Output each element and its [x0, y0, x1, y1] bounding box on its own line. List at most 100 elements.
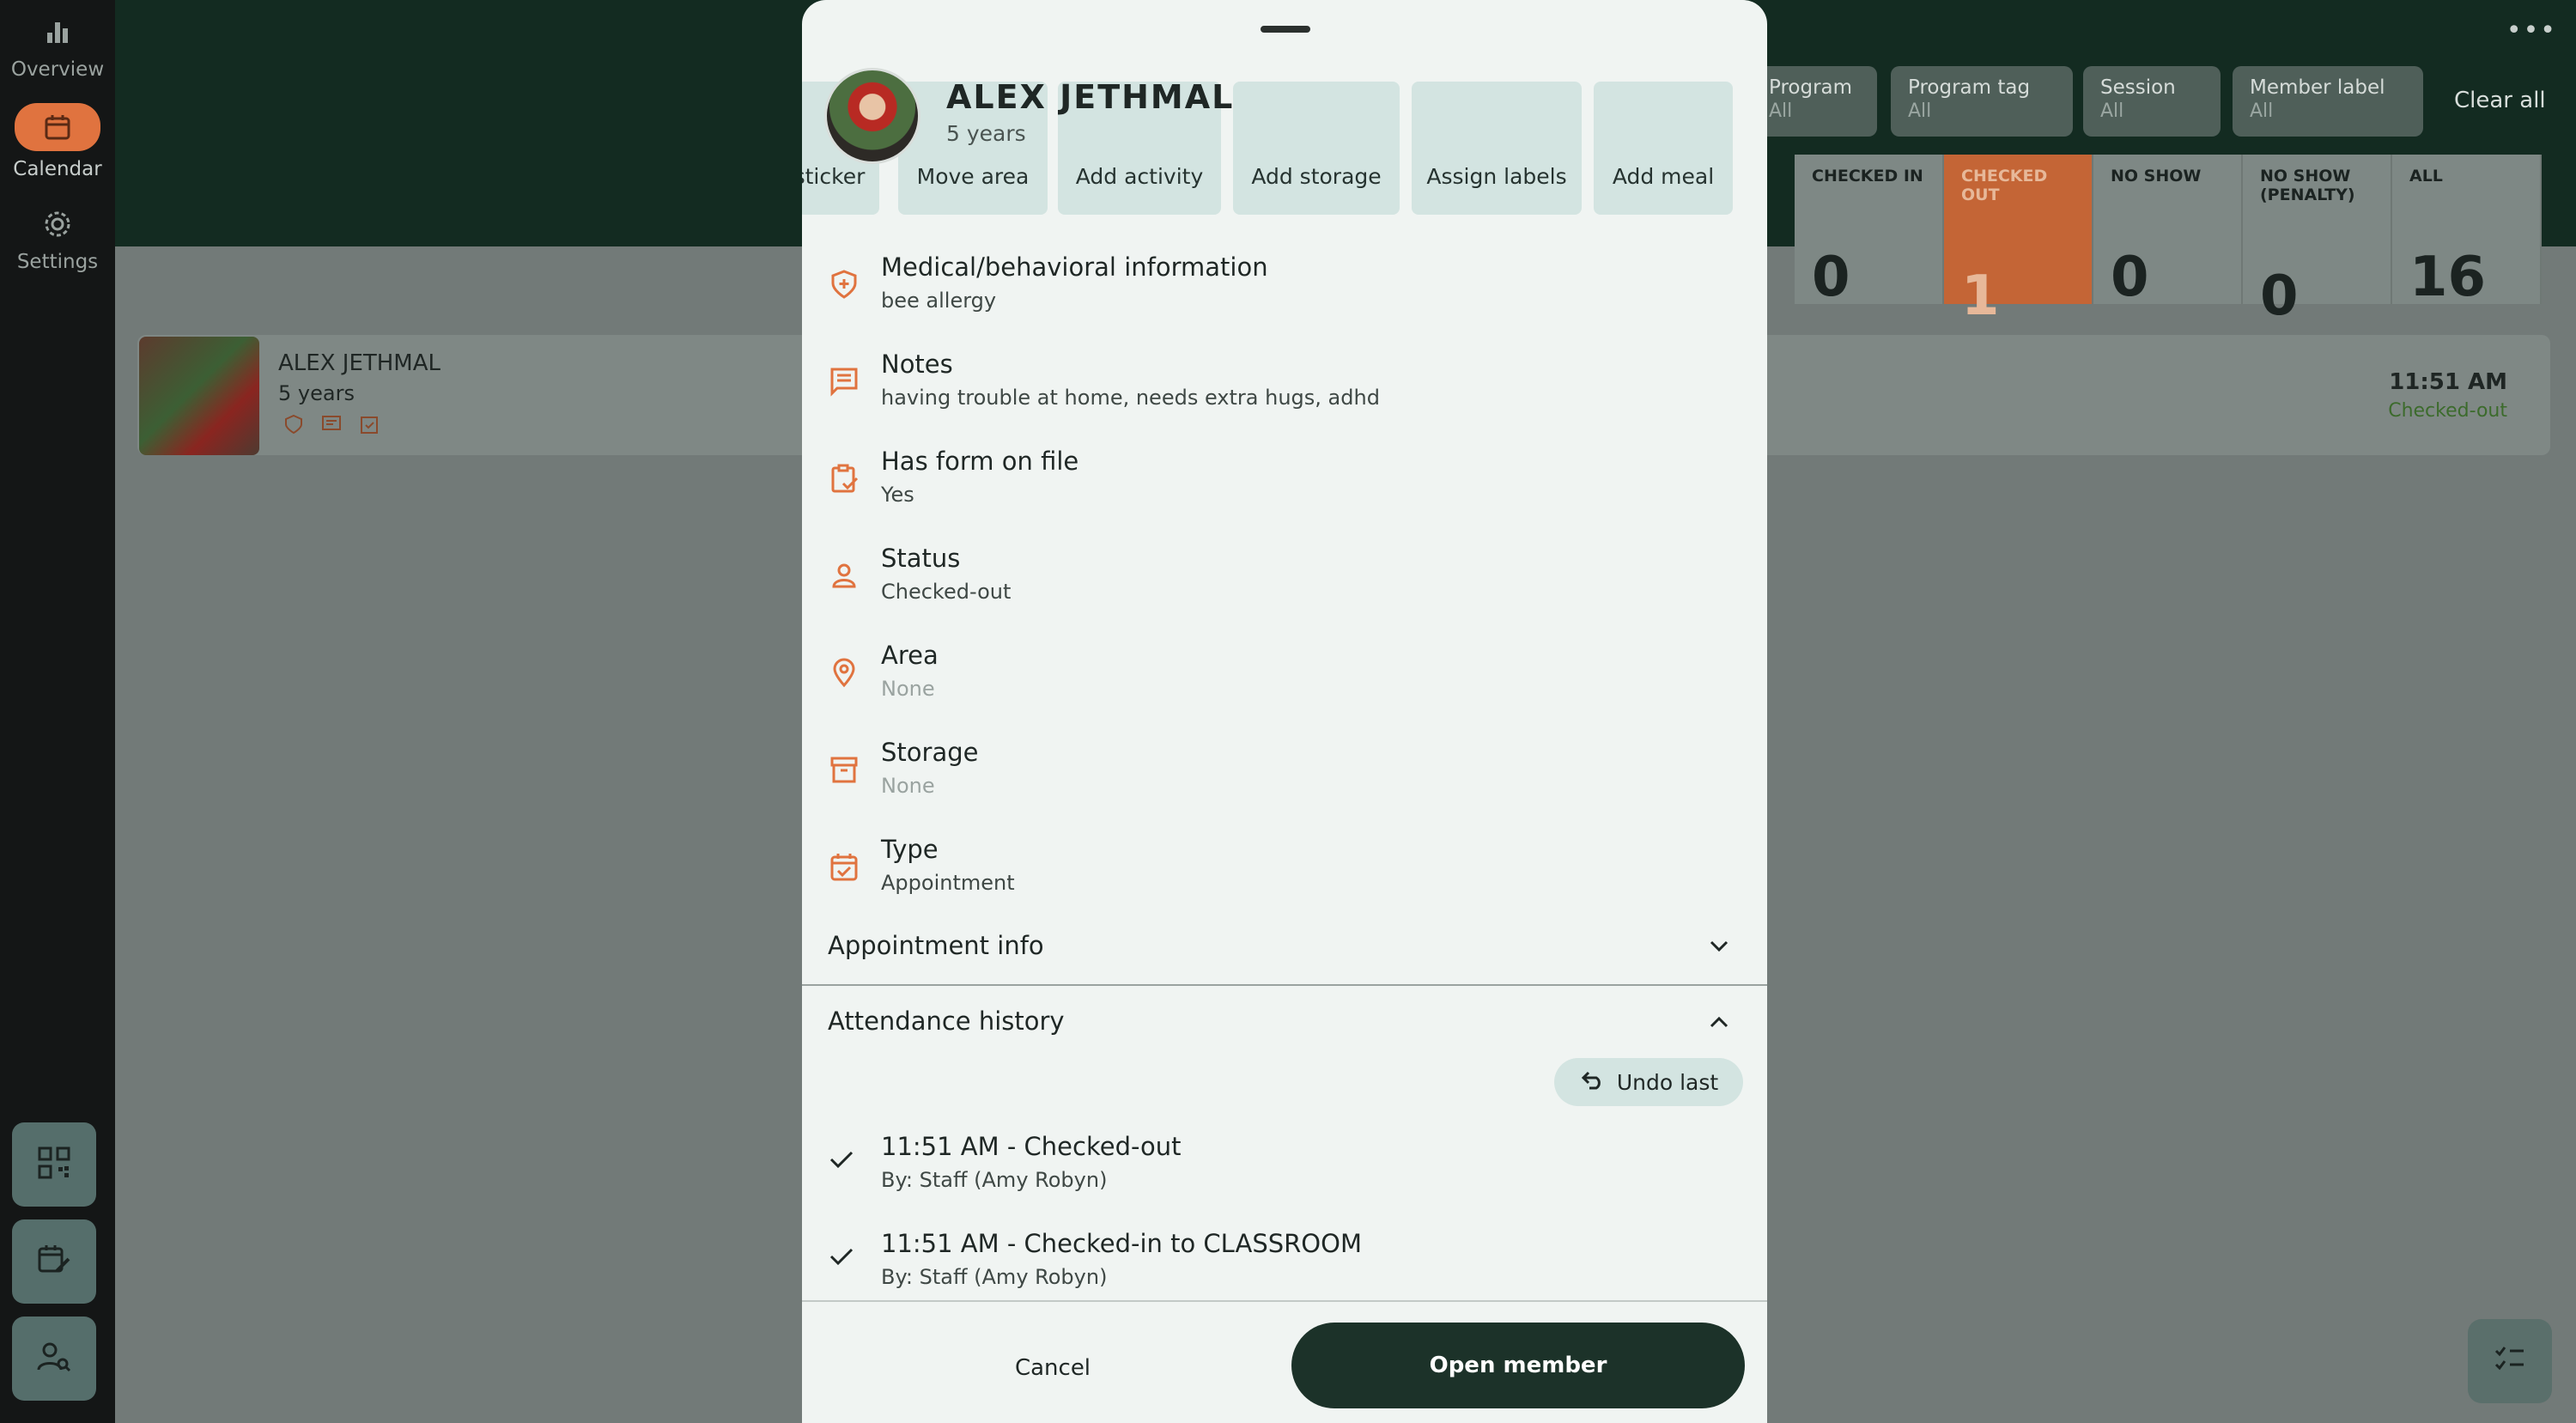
- stat-no-show-penalty[interactable]: NO SHOW (PENALTY) 0: [2243, 155, 2392, 328]
- stat-count: 0: [2260, 265, 2299, 328]
- section-title: Attendance history: [828, 1006, 1065, 1036]
- info-value: Yes: [881, 483, 914, 507]
- checklist-icon: [2493, 1342, 2527, 1380]
- info-label: Storage: [881, 738, 979, 767]
- gear-icon: [32, 204, 83, 244]
- stat-count: 0: [2111, 246, 2149, 309]
- filter-value: All: [1908, 100, 1932, 122]
- info-storage: Storage None: [802, 726, 1767, 823]
- attendance-history-section[interactable]: Attendance history: [802, 986, 1767, 1060]
- info-notes: Notes having trouble at home, needs extr…: [802, 338, 1767, 435]
- stat-count: 1: [1961, 265, 2000, 328]
- drag-handle[interactable]: [1261, 26, 1310, 33]
- nav-label: Settings: [16, 251, 99, 273]
- info-value: bee allergy: [881, 289, 997, 313]
- nav-label: Calendar: [13, 158, 102, 180]
- bar-chart-icon: [32, 12, 83, 52]
- info-label: Notes: [881, 350, 953, 379]
- action-label: sticker: [802, 164, 866, 189]
- person-icon: [826, 557, 862, 593]
- nav-rail: Overview Calendar Settings: [0, 0, 115, 1423]
- stat-all[interactable]: ALL 16: [2392, 155, 2542, 309]
- calendar-icon: [15, 103, 100, 151]
- chevron-up-icon: [1707, 1010, 1731, 1037]
- info-value: having trouble at home, needs extra hugs…: [881, 386, 1380, 410]
- stat-checked-in[interactable]: CHECKED IN 0: [1795, 155, 1944, 309]
- location-pin-icon: [826, 654, 862, 690]
- filter-member-label[interactable]: Member label All: [2233, 66, 2423, 137]
- info-medical: Medical/behavioral information bee aller…: [802, 240, 1767, 338]
- clear-all-button[interactable]: Clear all: [2454, 88, 2546, 113]
- stat-count: 16: [2409, 246, 2487, 309]
- info-label: Status: [881, 544, 961, 573]
- undo-label: Undo last: [1616, 1069, 1719, 1095]
- qr-code-icon: [37, 1146, 71, 1183]
- info-form: Has form on file Yes: [802, 435, 1767, 532]
- stat-label: ALL: [2409, 167, 2443, 185]
- appointment-info-section[interactable]: Appointment info: [802, 910, 1767, 984]
- action-label: Assign labels: [1426, 164, 1567, 189]
- filter-program[interactable]: Program All: [1752, 66, 1877, 137]
- action-label: Add activity: [1075, 164, 1204, 189]
- attendee-name: ALEX JETHMAL: [278, 350, 441, 376]
- action-label: Move area: [916, 164, 1030, 189]
- info-label: Area: [881, 641, 939, 670]
- filter-title: Program: [1769, 76, 1853, 99]
- filter-value: All: [1769, 100, 1793, 122]
- nav-item-settings[interactable]: Settings: [0, 204, 115, 273]
- nav-label: Overview: [10, 58, 105, 81]
- filter-session[interactable]: Session All: [2083, 66, 2221, 137]
- edit-calendar-icon: [36, 1242, 72, 1281]
- calendar-check-icon: [826, 848, 862, 885]
- filter-title: Member label: [2250, 76, 2385, 99]
- info-value: Appointment: [881, 871, 1015, 895]
- info-label: Type: [881, 835, 939, 864]
- attendee-status: Checked-out: [2388, 400, 2507, 422]
- filter-value: All: [2100, 100, 2124, 122]
- stat-label: CHECKED IN: [1812, 167, 1923, 185]
- qr-scan-button[interactable]: [12, 1122, 96, 1207]
- stat-no-show[interactable]: NO SHOW 0: [2093, 155, 2243, 309]
- member-age: 5 years: [946, 121, 1026, 146]
- info-type: Type Appointment: [802, 823, 1767, 920]
- cancel-button[interactable]: Cancel: [919, 1326, 1187, 1410]
- action-label: Add storage: [1251, 164, 1382, 189]
- info-value: Checked-out: [881, 580, 1012, 604]
- attendee-age: 5 years: [278, 381, 355, 405]
- action-label: Add meal: [1612, 164, 1715, 189]
- more-options-icon[interactable]: •••: [2506, 15, 2557, 46]
- member-name: ALEX JETHMAL: [946, 78, 1235, 116]
- info-value: None: [881, 677, 935, 701]
- nav-item-overview[interactable]: Overview: [0, 12, 115, 81]
- sheet-footer: Cancel Open member: [802, 1300, 1767, 1423]
- stat-label: CHECKED OUT: [1961, 167, 2048, 204]
- nav-item-calendar[interactable]: Calendar: [0, 103, 115, 180]
- history-by: By: Staff (Amy Robyn): [881, 1265, 1108, 1289]
- undo-last-button[interactable]: Undo last: [1554, 1058, 1743, 1106]
- archive-box-icon: [826, 751, 862, 788]
- filter-program-tag[interactable]: Program tag All: [1891, 66, 2073, 137]
- attendee-indicators: [283, 414, 380, 438]
- history-item: 11:51 AM - Checked-in to CLASSROOM By: S…: [802, 1219, 1767, 1313]
- medical-shield-icon: [283, 414, 304, 438]
- member-search-button[interactable]: [12, 1317, 96, 1401]
- edit-calendar-button[interactable]: [12, 1219, 96, 1304]
- history-title: 11:51 AM - Checked-in to CLASSROOM: [881, 1229, 1362, 1258]
- history-by: By: Staff (Amy Robyn): [881, 1168, 1108, 1192]
- attendee-time: 11:51 AM: [2389, 369, 2507, 395]
- bulk-checklist-button[interactable]: [2468, 1319, 2552, 1403]
- filter-title: Program tag: [1908, 76, 2031, 99]
- open-member-button[interactable]: Open member: [1291, 1323, 1745, 1408]
- filter-value: All: [2250, 100, 2274, 122]
- check-icon: [828, 1146, 855, 1177]
- notes-icon: [321, 414, 342, 438]
- filter-title: Session: [2100, 76, 2176, 99]
- section-title: Appointment info: [828, 931, 1044, 960]
- info-label: Medical/behavioral information: [881, 252, 1268, 282]
- info-area: Area None: [802, 629, 1767, 726]
- member-detail-sheet: sticker Move area Add activity Add stora…: [802, 0, 1767, 1423]
- stat-checked-out[interactable]: CHECKED OUT 1: [1944, 155, 2093, 328]
- status-stats: CHECKED IN 0 CHECKED OUT 1 NO SHOW 0 NO …: [1795, 155, 2542, 328]
- member-header: ALEX JETHMAL 5 years: [802, 64, 1767, 167]
- medical-shield-icon: [826, 266, 862, 302]
